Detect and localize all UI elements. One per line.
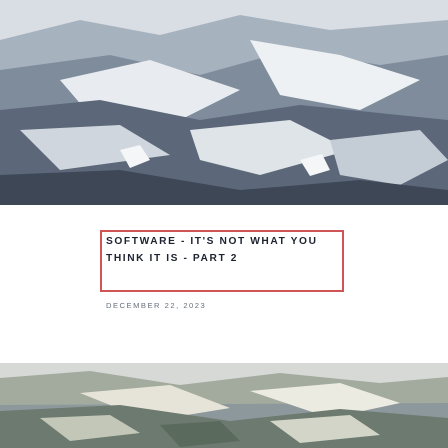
post-date: December 22, 2023 xyxy=(106,301,207,310)
post-title-link[interactable]: Software - it's not what you think it is… xyxy=(106,233,344,267)
post-thumbnail-image[interactable] xyxy=(0,363,448,448)
post-thumbnail-image[interactable] xyxy=(0,0,448,205)
